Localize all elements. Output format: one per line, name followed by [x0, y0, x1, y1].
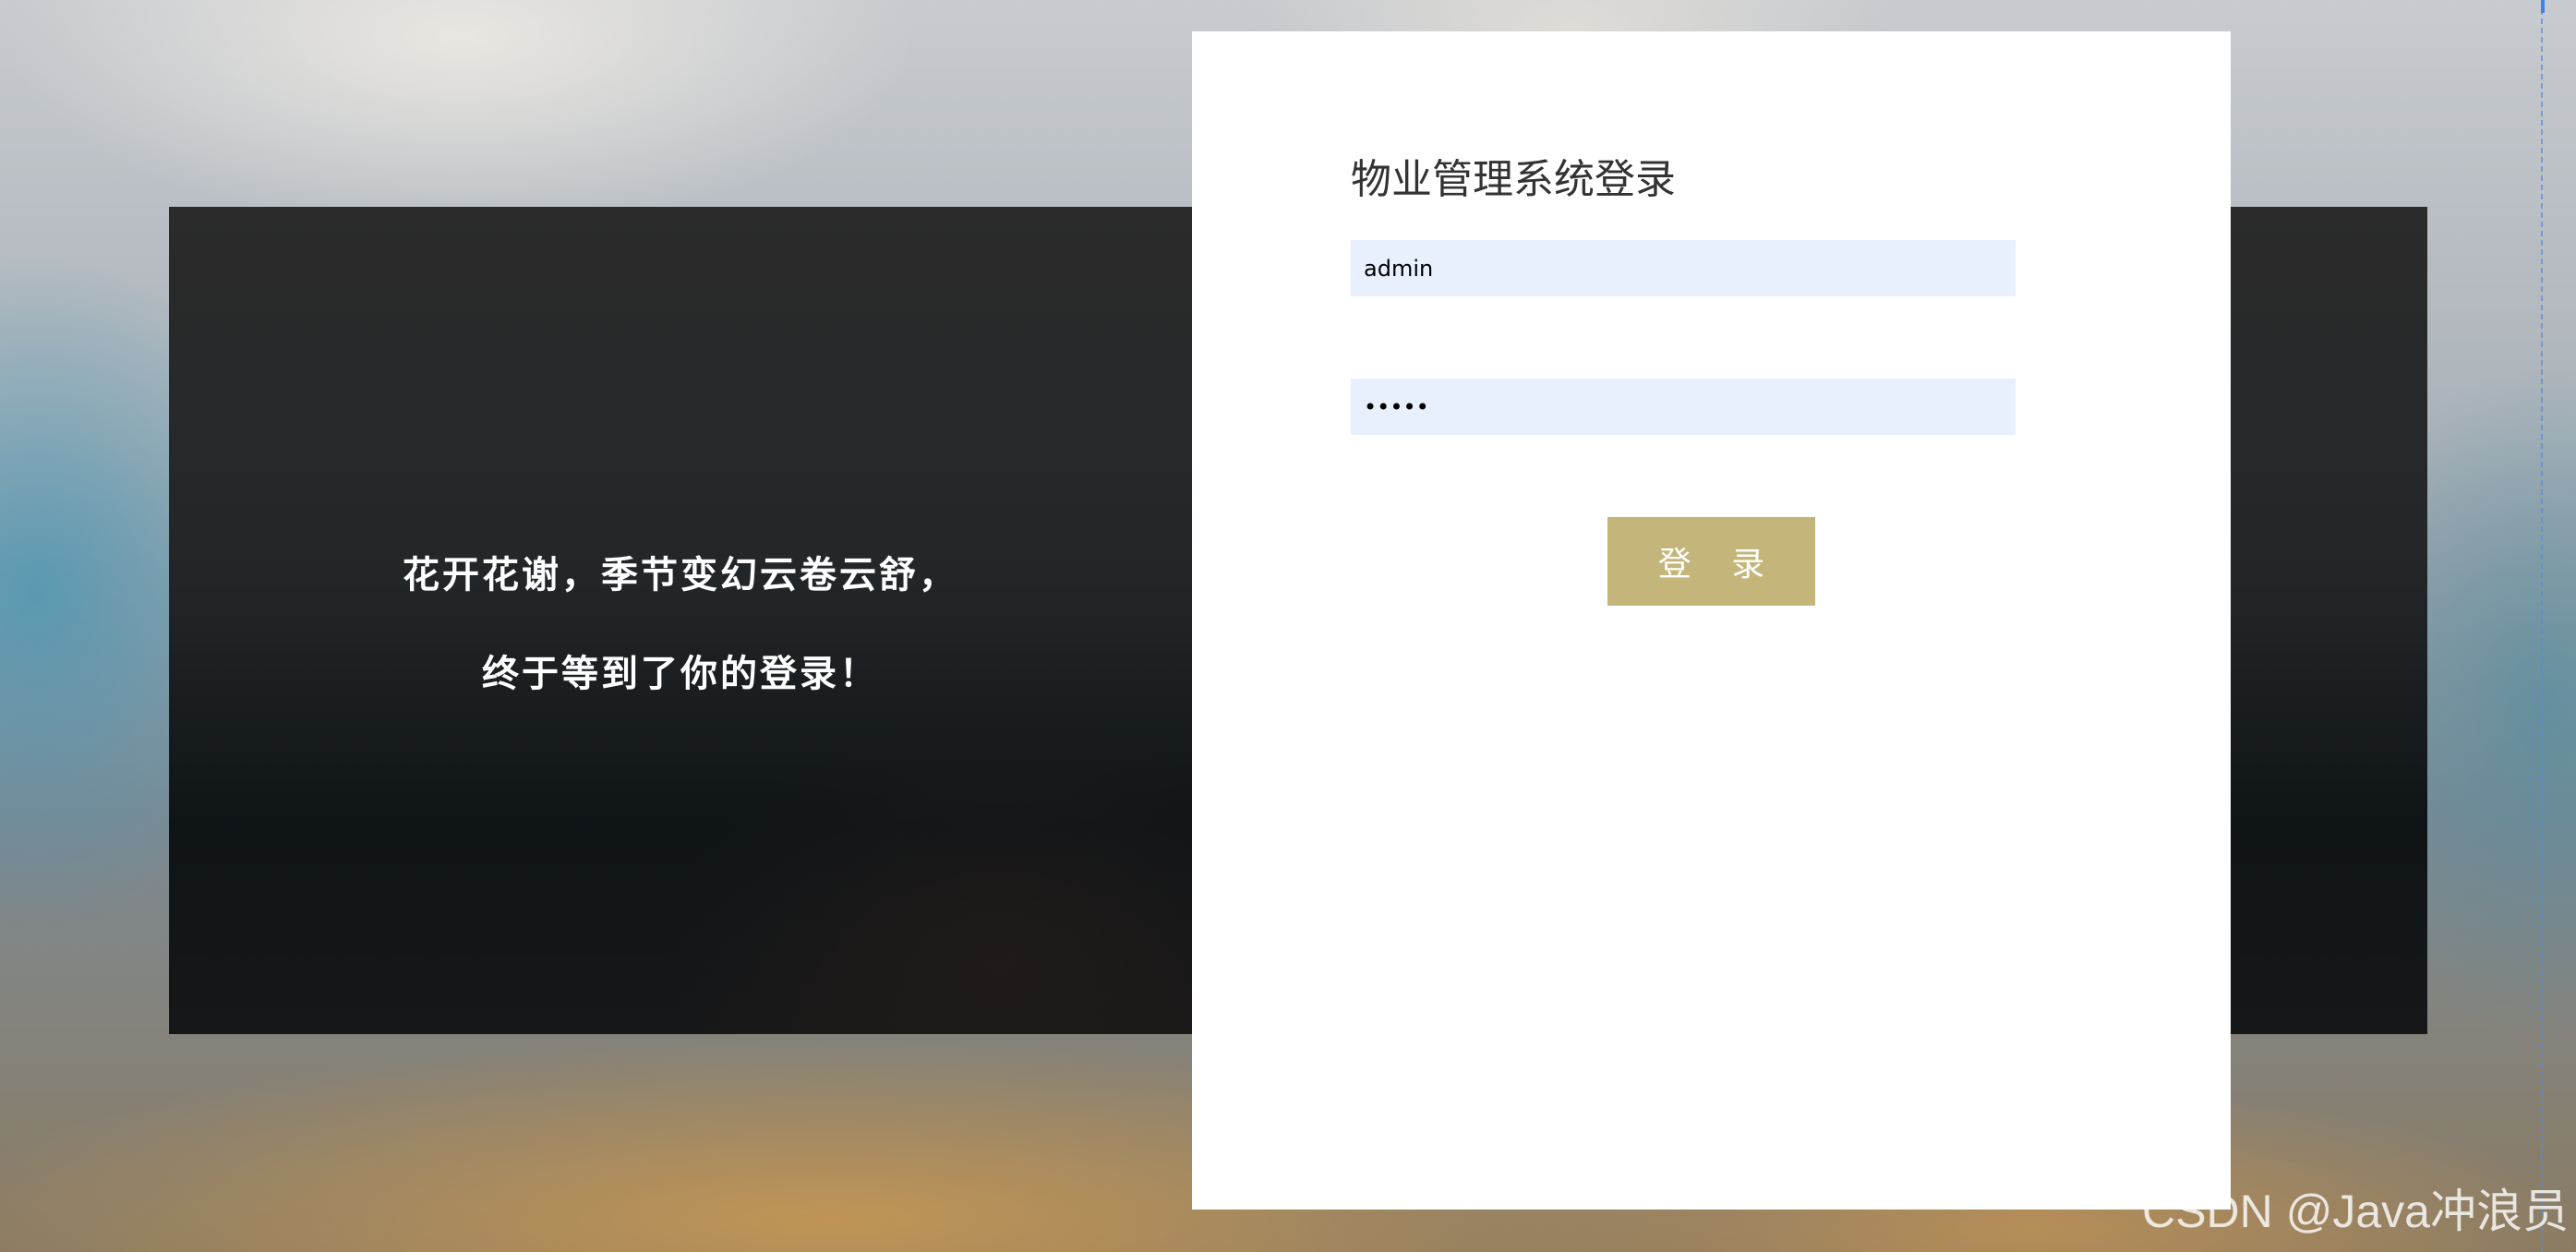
csdn-watermark: CSDN @Java冲浪员	[2142, 1186, 2569, 1237]
scroll-guide-marker	[2541, 0, 2545, 13]
welcome-text-line2: 终于等到了你的登录！	[482, 653, 879, 695]
scroll-guide-line	[2541, 0, 2543, 1252]
username-input[interactable]	[1351, 240, 2016, 296]
login-title: 物业管理系统登录	[1351, 156, 1676, 203]
login-page: 花开花谢，季节变幻云卷云舒， 终于等到了你的登录！ 物业管理系统登录 登 录 C…	[0, 0, 2576, 1252]
login-button[interactable]: 登 录	[1607, 517, 1815, 606]
welcome-text-line1: 花开花谢，季节变幻云卷云舒，	[403, 554, 958, 596]
password-input[interactable]	[1351, 379, 2016, 435]
login-form-card: 物业管理系统登录 登 录	[1192, 31, 2231, 1210]
